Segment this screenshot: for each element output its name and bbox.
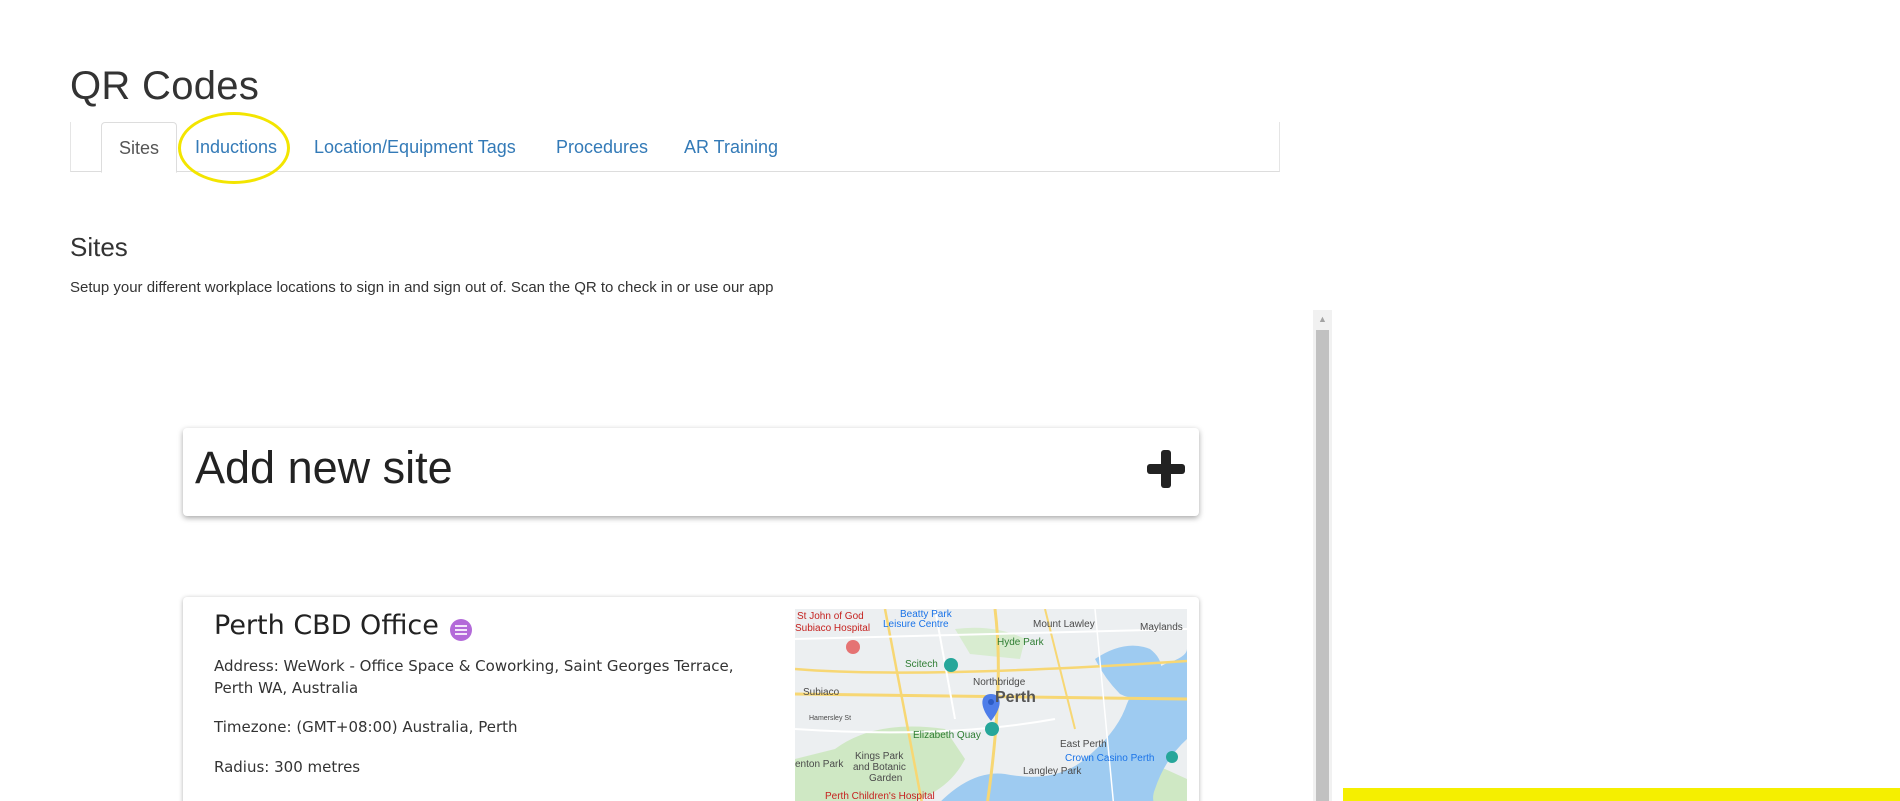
map-label-leisure-centre: Leisure Centre — [883, 619, 949, 630]
map-label-garden: Garden — [869, 773, 903, 784]
tab-ar-training[interactable]: AR Training — [684, 122, 778, 172]
map-label-st-john: St John of God — [797, 611, 864, 622]
plus-icon[interactable] — [1147, 450, 1185, 488]
section-description: Setup your different workplace locations… — [70, 279, 774, 296]
map-label-kings-park: Kings Park — [855, 751, 904, 762]
map-label-east-perth: East Perth — [1060, 739, 1107, 750]
site-card[interactable]: Perth CBD Office Address: WeWork - Offic… — [183, 597, 1199, 801]
site-address: Address: WeWork - Office Space & Coworki… — [214, 657, 734, 697]
map-label-maylands: Maylands — [1140, 622, 1183, 633]
map-label-elizabeth-quay: Elizabeth Quay — [913, 730, 981, 741]
page: QR Codes Sites Inductions Location/Equip… — [0, 0, 1900, 801]
site-name: Perth CBD Office — [214, 610, 439, 641]
map-label-subiaco-hospital: Subiaco Hospital — [795, 623, 871, 634]
site-radius: Radius: 300 metres — [214, 758, 361, 776]
map-label-mount-lawley: Mount Lawley — [1033, 619, 1095, 630]
site-timezone: Timezone: (GMT+08:00) Australia, Perth — [214, 718, 518, 736]
scroll-thumb[interactable] — [1316, 330, 1329, 801]
tab-inductions[interactable]: Inductions — [195, 122, 277, 172]
list-icon[interactable] — [450, 619, 472, 641]
map-label-crown-casino: Crown Casino Perth — [1065, 753, 1155, 764]
map-label-subiaco: Subiaco — [803, 687, 840, 698]
yellow-highlight-bar — [1343, 788, 1900, 801]
tab-sites[interactable]: Sites — [101, 122, 178, 173]
map-label-childrens-hospital: Perth Children's Hospital — [825, 791, 935, 801]
site-map[interactable]: St John of God Subiaco Hospital Beatty P… — [795, 609, 1187, 801]
add-new-site-label: Add new site — [195, 442, 453, 493]
map-label-northbridge: Northbridge — [973, 677, 1026, 688]
map-label-enton-park: enton Park — [795, 759, 844, 770]
scroll-up-arrow-icon[interactable]: ▲ — [1313, 310, 1332, 328]
add-new-site-card[interactable]: Add new site — [183, 428, 1199, 516]
section-title: Sites — [70, 232, 128, 262]
page-title: QR Codes — [70, 64, 260, 108]
tab-bar: Sites Inductions Location/Equipment Tags… — [70, 122, 1280, 173]
map-label-langley-park: Langley Park — [1023, 766, 1082, 777]
scrollbar[interactable]: ▲ — [1313, 310, 1332, 801]
tab-location-equipment-tags[interactable]: Location/Equipment Tags — [314, 122, 516, 172]
map-label-perth: Perth — [995, 689, 1036, 706]
map-label-hamersley: Hamersley St — [809, 715, 852, 722]
map-label-scitech: Scitech — [905, 659, 938, 670]
tab-procedures[interactable]: Procedures — [556, 122, 648, 172]
map-label-and-botanic: and Botanic — [853, 762, 906, 773]
map-label-hyde-park: Hyde Park — [997, 637, 1044, 648]
